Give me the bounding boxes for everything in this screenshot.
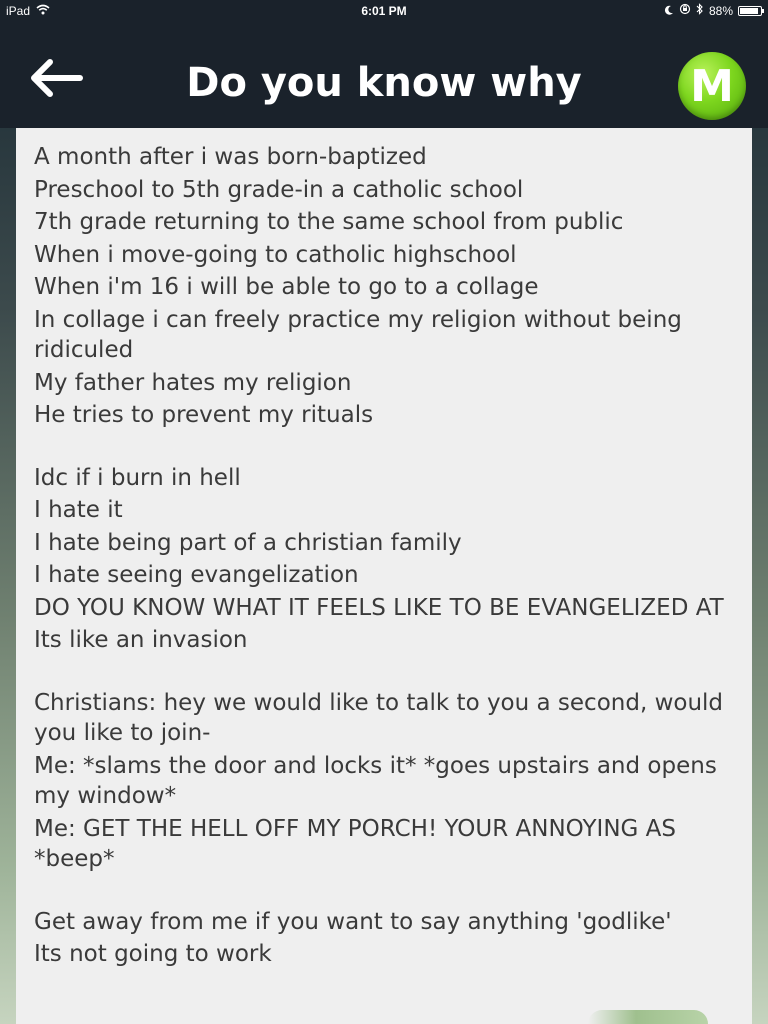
post-line: I hate seeing evangelization xyxy=(34,562,359,588)
post-paragraph: Get away from me if you want to say anyt… xyxy=(34,907,736,970)
battery-fill xyxy=(740,7,758,14)
post-line: Me: *slams the door and locks it* *goes … xyxy=(34,752,717,810)
background-decoration xyxy=(588,1010,708,1024)
status-bar: iPad 6:01 PM 88% xyxy=(0,0,768,22)
badge-letter: M xyxy=(690,60,734,112)
post-line: Preschool to 5th grade-in a catholic sch… xyxy=(34,176,524,203)
post-paragraph: Christians: hey we would like to talk to… xyxy=(34,688,736,875)
post-line: 7th grade returning to the same school f… xyxy=(34,209,624,235)
post-line: Its like an invasion xyxy=(34,627,248,653)
nav-bar: Do you know why M xyxy=(0,22,768,128)
post-line: Its not going to work xyxy=(34,941,272,967)
status-time: 6:01 PM xyxy=(361,4,407,18)
post-line: He tries to prevent my rituals xyxy=(34,402,374,428)
post-line: DO YOU KNOW WHAT IT FEELS LIKE TO BE EVA… xyxy=(34,594,724,621)
app-badge-button[interactable]: M xyxy=(678,52,746,120)
post-line: Christians: hey we would like to talk to… xyxy=(34,689,724,747)
post-line: I hate it xyxy=(34,497,123,523)
post-line: In collage i can freely practice my reli… xyxy=(34,306,682,364)
post-line: Get away from me if you want to say anyt… xyxy=(34,908,672,935)
battery-icon xyxy=(738,5,764,16)
post-line: A month after i was born-baptized xyxy=(34,144,427,170)
post-body: A month after i was born-baptized Prescho… xyxy=(34,142,736,970)
page-title: Do you know why xyxy=(186,60,582,106)
post-line: My father hates my religion xyxy=(34,369,352,396)
post-paragraph: A month after i was born-baptized Prescho… xyxy=(34,142,736,431)
battery-percent: 88% xyxy=(708,3,733,18)
post-line: I hate being part of a christian family xyxy=(34,529,462,556)
post-content: A month after i was born-baptized Prescho… xyxy=(16,128,752,1024)
moon-icon xyxy=(664,4,674,18)
post-line: Idc if i burn in hell xyxy=(34,464,241,491)
bluetooth-icon xyxy=(696,3,704,18)
post-line: When i'm 16 i will be able to go to a co… xyxy=(34,274,539,300)
post-paragraph: Idc if i burn in hell I hate it I hate bei… xyxy=(34,463,736,656)
post-line: Me: GET THE HELL OFF MY PORCH! YOUR ANNO… xyxy=(34,815,677,873)
rotation-lock-icon xyxy=(679,3,691,18)
status-right: 88% xyxy=(664,3,764,18)
post-line: When i move-going to catholic highschool xyxy=(34,241,517,268)
